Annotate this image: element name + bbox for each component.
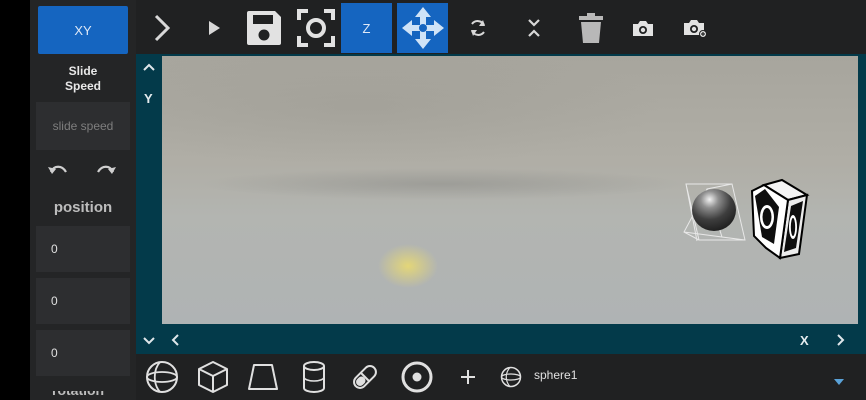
undo-button[interactable] — [44, 158, 72, 182]
left-edge-strip — [0, 0, 30, 400]
expand-button[interactable] — [144, 3, 180, 53]
y-axis-label: Y — [144, 91, 153, 106]
position-x-field[interactable]: 0 — [36, 226, 130, 272]
add-plane-button[interactable] — [245, 359, 281, 395]
play-button[interactable] — [196, 3, 232, 53]
chevron-left-icon — [171, 334, 179, 346]
move-icon — [401, 7, 444, 49]
redo-icon — [97, 165, 116, 174]
focus-button[interactable] — [294, 3, 338, 53]
save-button[interactable] — [242, 3, 286, 53]
left-panel: XY Slide Speed position 0 0 0 rotation — [30, 0, 136, 400]
cube-icon — [198, 361, 228, 393]
redo-button[interactable] — [92, 158, 120, 182]
trash-icon — [579, 13, 603, 43]
scroll-up-button[interactable] — [140, 58, 158, 76]
add-sphere-button[interactable] — [144, 359, 180, 395]
position-label: position — [53, 199, 113, 216]
add-cylinder-button[interactable] — [296, 359, 332, 395]
top-toolbar: Z — [136, 0, 866, 54]
refresh-icon — [471, 20, 485, 36]
add-torus-button[interactable] — [399, 359, 435, 395]
screenshot-button[interactable] — [626, 3, 660, 53]
torus-icon — [401, 361, 433, 393]
orientation-gizmo-cube[interactable] — [750, 178, 810, 260]
cylinder-icon — [303, 361, 325, 393]
save-icon — [247, 11, 281, 45]
add-camera-button[interactable] — [678, 3, 712, 53]
camera-icon — [633, 21, 653, 36]
selected-object-type — [493, 359, 529, 395]
chevron-right-small-icon — [837, 334, 845, 346]
xy-plane-button[interactable]: XY — [38, 6, 128, 54]
play-icon — [209, 21, 220, 35]
sphere-small-icon — [500, 366, 522, 388]
object-select-dropdown[interactable] — [834, 372, 844, 390]
slide-speed-input[interactable] — [36, 102, 130, 150]
scene-objects — [683, 178, 810, 260]
chevron-down-icon — [143, 337, 155, 345]
caret-down-icon — [834, 379, 844, 385]
camera-add-icon — [684, 20, 707, 38]
scroll-right-button[interactable] — [832, 330, 850, 350]
viewport-frame: Y X — [136, 54, 866, 354]
x-axis-label: X — [800, 333, 809, 348]
z-plane-button[interactable]: Z — [341, 3, 392, 53]
add-object-button[interactable] — [450, 359, 486, 395]
add-cube-button[interactable] — [195, 359, 231, 395]
slide-speed-label-text: Slide Speed — [64, 64, 101, 93]
focus-icon — [297, 9, 335, 47]
scroll-down-button[interactable] — [140, 332, 158, 350]
scene-viewport[interactable] — [162, 56, 858, 324]
scroll-left-button[interactable] — [166, 330, 184, 350]
add-capsule-button[interactable] — [347, 359, 383, 395]
object-select-value[interactable]: sphere1 — [534, 368, 577, 382]
undo-icon — [48, 165, 67, 174]
chevron-right-icon — [154, 14, 171, 42]
position-y-field[interactable]: 0 — [36, 278, 130, 324]
capsule-icon — [353, 365, 377, 389]
delete-button[interactable] — [574, 3, 608, 53]
sphere-icon — [146, 361, 178, 393]
rotation-label: rotation — [52, 391, 112, 395]
trapezoid-icon — [248, 364, 278, 390]
collapse-button[interactable] — [518, 3, 550, 53]
position-z-field[interactable]: 0 — [36, 330, 130, 376]
chevron-up-icon — [143, 63, 155, 71]
move-button[interactable] — [397, 3, 448, 53]
slide-speed-label: Slide Speed — [30, 64, 136, 94]
add-icon — [461, 370, 475, 384]
rotation-label-clipped: rotation — [52, 391, 112, 395]
collapse-icon — [528, 19, 540, 37]
rotate-button[interactable] — [462, 3, 494, 53]
selected-sphere[interactable] — [683, 183, 746, 242]
bottom-toolbar: sphere1 — [136, 354, 866, 400]
